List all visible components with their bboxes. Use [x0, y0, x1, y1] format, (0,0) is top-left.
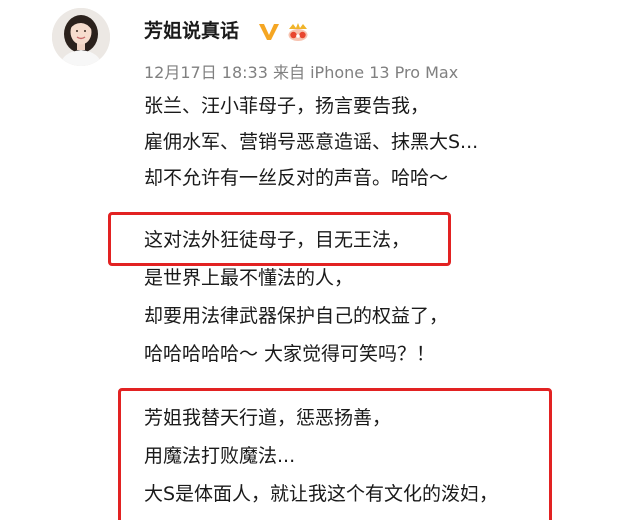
- post-line: 却不允许有一丝反对的声音。哈哈～: [144, 167, 449, 189]
- post-line: 这对法外狂徒母子，目无王法，: [144, 229, 411, 251]
- post-line: 是世界上最不懂法的人，: [144, 267, 354, 289]
- post-meta: 12月17日 18:33 来自 iPhone 13 Pro Max: [144, 62, 458, 84]
- post-source: 来自 iPhone 13 Pro Max: [273, 63, 459, 82]
- post-line: 雇佣水军、营销号恶意造谣、抹黑大S...: [144, 131, 479, 153]
- post-line: 却要用法律武器保护自己的权益了，: [144, 305, 449, 327]
- post-timestamp: 12月17日 18:33: [144, 63, 268, 82]
- post-line: 用魔法打败魔法...: [144, 445, 296, 467]
- avatar[interactable]: [52, 8, 110, 66]
- verified-v-icon: [258, 22, 280, 42]
- weibo-post: 芳姐说真话 12月17日 18:33 来自 iPhone 13 Pro Max …: [0, 0, 640, 520]
- username[interactable]: 芳姐说真话: [144, 18, 239, 44]
- post-line: 哈哈哈哈哈～ 大家觉得可笑吗？！: [144, 343, 436, 365]
- post-line: 张兰、汪小菲母子，扬言要告我，: [144, 95, 430, 117]
- post-line: 大S是体面人，就让我这个有文化的泼妇，: [144, 483, 499, 505]
- crown-badge-icon: [286, 20, 310, 42]
- post-line: 芳姐我替天行道，惩恶扬善，: [144, 407, 392, 429]
